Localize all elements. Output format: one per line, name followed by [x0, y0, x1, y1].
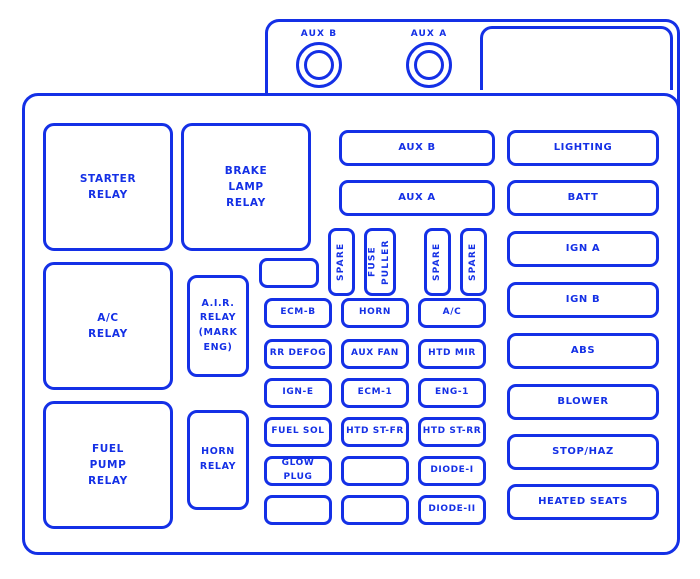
right-slot-stop-haz-label: STOP/HAZ: [552, 446, 614, 458]
fuse-c3-r1-label: A/C: [442, 307, 462, 318]
right-slot-ign-b[interactable]: IGN B: [507, 282, 659, 318]
right-slot-lighting-label: LIGHTING: [553, 142, 613, 154]
right-slot-batt[interactable]: BATT: [507, 180, 659, 216]
right-slot-ign-b-label: IGN B: [565, 294, 601, 306]
relay-fuel-pump[interactable]: FUEL PUMP RELAY: [43, 401, 173, 529]
fuse-c1-r4-label: FUEL SOL: [271, 426, 325, 437]
bar-aux-a[interactable]: AUX A: [339, 180, 495, 216]
terminal-aux-b-post: [304, 50, 334, 80]
fuse-c3-r6[interactable]: DIODE-II: [418, 495, 486, 525]
relay-air-line-4: ENG): [203, 341, 233, 353]
fuse-c3-r1[interactable]: A/C: [418, 298, 486, 328]
relay-air-line-2: RELAY: [199, 312, 237, 324]
right-slot-blower[interactable]: BLOWER: [507, 384, 659, 420]
right-slot-ign-a[interactable]: IGN A: [507, 231, 659, 267]
relay-ac-line-2: RELAY: [88, 328, 128, 340]
relay-horn-line-1: HORN: [201, 446, 235, 458]
right-slot-heated-seats-label: HEATED SEATS: [538, 496, 628, 508]
fuse-c1-r6[interactable]: [264, 495, 332, 525]
fuse-c2-r3[interactable]: ECM-1: [341, 378, 409, 408]
fuse-box-diagram: AUX B AUX A STARTER RELAY BRAKE LAMP REL…: [0, 0, 700, 579]
relay-starter-line-1: STARTER: [79, 172, 137, 185]
right-slot-heated-seats[interactable]: HEATED SEATS: [507, 484, 659, 520]
terminal-aux-a[interactable]: AUX A: [406, 30, 452, 88]
relay-brake-lamp-line-1: BRAKE: [224, 164, 268, 177]
fuse-c1-r2[interactable]: RR DEFOG: [264, 339, 332, 369]
vertical-slot-spare-1[interactable]: SPARE: [328, 228, 355, 296]
relay-horn[interactable]: HORN RELAY: [187, 410, 249, 510]
relay-starter[interactable]: STARTER RELAY: [43, 123, 173, 251]
vertical-slot-spare-1-label: SPARE: [335, 242, 346, 282]
fuse-c1-r3[interactable]: IGN-E: [264, 378, 332, 408]
fuse-blank-top[interactable]: [259, 258, 319, 288]
relay-brake-lamp[interactable]: BRAKE LAMP RELAY: [181, 123, 311, 251]
fuse-c2-r1-label: HORN: [358, 307, 392, 318]
fuse-c3-r5[interactable]: DIODE-I: [418, 456, 486, 486]
fuse-c1-r4[interactable]: FUEL SOL: [264, 417, 332, 447]
fuse-c3-r3[interactable]: ENG-1: [418, 378, 486, 408]
right-slot-ign-a-label: IGN A: [565, 243, 601, 255]
terminal-aux-b-label: AUX B: [300, 29, 338, 39]
relay-horn-line-2: RELAY: [199, 461, 237, 472]
vertical-slot-spare-2[interactable]: SPARE: [424, 228, 451, 296]
fuse-c3-r2-label: HTD MIR: [428, 348, 476, 359]
fuse-c2-r1[interactable]: HORN: [341, 298, 409, 328]
vertical-slot-spare-2-label: SPARE: [431, 242, 442, 282]
right-slot-abs[interactable]: ABS: [507, 333, 659, 369]
terminal-aux-a-post: [414, 50, 444, 80]
fuse-c3-r4[interactable]: HTD ST-RR: [418, 417, 486, 447]
terminal-aux-a-label: AUX A: [410, 29, 448, 39]
fuse-c1-r5[interactable]: GLOW PLUG: [264, 456, 332, 486]
fuse-c3-r6-label: DIODE-II: [428, 504, 476, 515]
vertical-slot-spare-3[interactable]: SPARE: [460, 228, 487, 296]
bar-aux-b[interactable]: AUX B: [339, 130, 495, 166]
relay-fuel-pump-line-2: PUMP: [89, 458, 127, 471]
fuse-c1-r3-label: IGN-E: [282, 387, 314, 398]
fuse-c3-r4-label: HTD ST-RR: [422, 426, 482, 437]
fuse-c2-r4-label: HTD ST-FR: [346, 426, 404, 437]
fuse-c1-r2-label: RR DEFOG: [269, 348, 327, 359]
relay-brake-lamp-line-2: LAMP: [228, 180, 264, 193]
fuse-c3-r3-label: ENG-1: [434, 387, 470, 398]
right-slot-blower-label: BLOWER: [557, 396, 609, 408]
fuse-c1-r1-label: ECM-B: [280, 307, 316, 318]
fuse-c1-r1[interactable]: ECM-B: [264, 298, 332, 328]
right-slot-batt-label: BATT: [567, 192, 599, 204]
right-slot-abs-label: ABS: [570, 345, 596, 357]
vertical-slot-fuse-puller-line-1: FUSE: [367, 246, 378, 278]
relay-fuel-pump-line-1: FUEL: [92, 442, 124, 455]
relay-fuel-pump-line-3: RELAY: [88, 475, 128, 488]
fuse-c2-r4[interactable]: HTD ST-FR: [341, 417, 409, 447]
vertical-slot-spare-3-label: SPARE: [467, 242, 478, 282]
fuse-c2-r2[interactable]: AUX FAN: [341, 339, 409, 369]
right-slot-lighting[interactable]: LIGHTING: [507, 130, 659, 166]
fuse-c2-r6[interactable]: [341, 495, 409, 525]
vertical-slot-fuse-puller-line-2: PULLER: [381, 239, 391, 285]
vertical-slot-fuse-puller[interactable]: FUSE PULLER: [364, 228, 396, 296]
fuse-c2-r3-label: ECM-1: [357, 387, 393, 398]
terminal-aux-b[interactable]: AUX B: [296, 30, 342, 88]
relay-starter-line-2: RELAY: [88, 189, 128, 201]
bar-aux-b-label: AUX B: [398, 142, 436, 154]
terminal-aux-b-ring: [296, 42, 342, 88]
fuse-c2-r2-label: AUX FAN: [351, 348, 399, 359]
terminal-aux-a-ring: [406, 42, 452, 88]
relay-air[interactable]: A.I.R. RELAY (MARK ENG): [187, 275, 249, 377]
fuse-c3-r2[interactable]: HTD MIR: [418, 339, 486, 369]
relay-brake-lamp-line-3: RELAY: [226, 197, 266, 210]
relay-ac-line-1: A/C: [97, 311, 119, 324]
relay-air-line-1: A.I.R.: [201, 297, 235, 309]
relay-air-line-3: (MARK: [198, 327, 238, 338]
relay-ac[interactable]: A/C RELAY: [43, 262, 173, 390]
fuse-c2-r5[interactable]: [341, 456, 409, 486]
fuse-c1-r5-label: GLOW PLUG: [281, 458, 315, 482]
right-slot-stop-haz[interactable]: STOP/HAZ: [507, 434, 659, 470]
fuse-c3-r5-label: DIODE-I: [430, 465, 474, 476]
bar-aux-a-label: AUX A: [398, 192, 436, 204]
